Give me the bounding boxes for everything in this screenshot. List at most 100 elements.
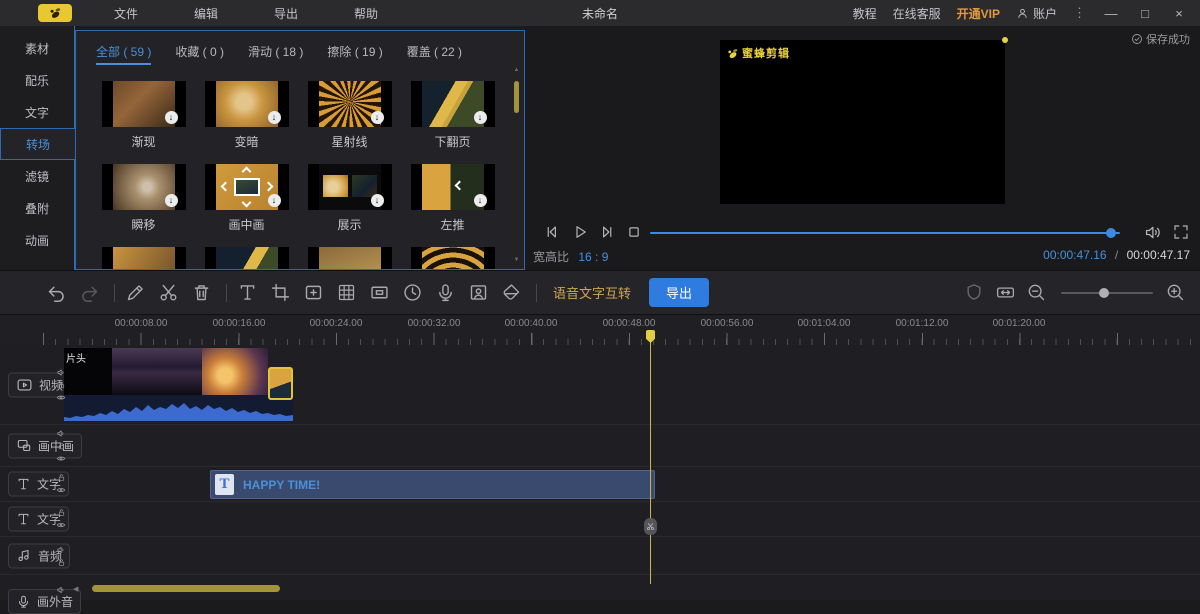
sidebar-item-animation[interactable]: 动画 <box>0 224 74 256</box>
hide-track-icon[interactable] <box>56 485 66 495</box>
scrollbar-thumb[interactable] <box>92 585 280 592</box>
zoom-slider-handle[interactable] <box>1099 288 1109 298</box>
transition-item-partial[interactable] <box>401 247 504 270</box>
crop-button[interactable] <box>270 282 291 303</box>
scroll-up-icon[interactable]: ▲ <box>513 67 520 73</box>
sidebar-item-filters[interactable]: 滤镜 <box>0 160 74 192</box>
hide-track-icon[interactable] <box>56 453 66 463</box>
video-clip[interactable]: 片头 <box>64 348 293 421</box>
transition-item-partial[interactable] <box>298 247 401 270</box>
delete-button[interactable] <box>191 282 212 303</box>
mute-track-icon[interactable] <box>56 367 66 377</box>
transition-item[interactable]: ↓ 变暗 <box>195 81 298 150</box>
hide-track-icon[interactable] <box>56 392 66 402</box>
selection-handle[interactable] <box>1002 37 1008 43</box>
lock-track-icon[interactable] <box>57 473 66 482</box>
playhead[interactable] <box>650 330 651 584</box>
account-button[interactable]: 账户 <box>1016 5 1057 22</box>
download-icon[interactable]: ↓ <box>474 111 487 124</box>
maximize-button[interactable]: □ <box>1136 6 1154 21</box>
lock-track-icon[interactable] <box>57 441 66 450</box>
lock-track-icon[interactable] <box>57 558 66 567</box>
download-icon[interactable]: ↓ <box>474 194 487 207</box>
sidebar-item-text[interactable]: 文字 <box>0 96 74 128</box>
transition-item[interactable]: ↓ 瞬移 <box>92 164 195 233</box>
duration-button[interactable] <box>402 282 423 303</box>
zoom-slider[interactable] <box>1061 292 1153 294</box>
zoom-out-button[interactable] <box>1026 282 1047 303</box>
download-icon[interactable]: ↓ <box>371 111 384 124</box>
export-button[interactable]: 导出 <box>649 278 709 307</box>
play-button[interactable] <box>571 223 589 241</box>
mute-track-icon[interactable] <box>56 545 66 555</box>
tab-all[interactable]: 全部 ( 59 ) <box>96 43 151 65</box>
transition-item[interactable]: ↓ 画中画 <box>195 164 298 233</box>
portrait-button[interactable] <box>468 282 489 303</box>
download-icon[interactable]: ↓ <box>268 111 281 124</box>
text-clip[interactable]: T HAPPY TIME! <box>210 470 655 499</box>
transition-item[interactable]: ↓ 星射线 <box>298 81 401 150</box>
mosaic-button[interactable] <box>336 282 357 303</box>
vertical-scrollbar[interactable]: ▲ ▼ <box>513 67 520 263</box>
mute-track-icon[interactable] <box>56 585 66 595</box>
stop-button[interactable] <box>625 223 643 241</box>
scroll-left-icon[interactable]: ◀ <box>73 585 78 593</box>
lock-track-icon[interactable] <box>57 508 66 517</box>
tutorial-link[interactable]: 教程 <box>853 5 877 22</box>
seek-bar[interactable] <box>650 232 1120 234</box>
video-frame[interactable]: 蜜蜂剪辑 <box>720 40 1005 204</box>
marker-icon[interactable] <box>964 282 985 303</box>
minimize-button[interactable]: — <box>1102 6 1120 21</box>
transition-item-partial[interactable] <box>92 247 195 270</box>
volume-icon[interactable] <box>1143 223 1162 242</box>
record-voiceover-button[interactable] <box>435 282 456 303</box>
mute-track-icon[interactable] <box>56 428 66 438</box>
transition-item[interactable]: ↓ 左推 <box>401 164 504 233</box>
aspect-ratio[interactable]: 宽高比 16 : 9 <box>533 248 608 265</box>
support-link[interactable]: 在线客服 <box>893 5 941 22</box>
track-header-pip[interactable]: 画中画 <box>8 433 82 458</box>
seek-handle[interactable] <box>1106 228 1116 238</box>
freeze-frame-button[interactable] <box>369 282 390 303</box>
next-frame-button[interactable] <box>598 223 616 241</box>
transition-item-partial[interactable] <box>195 247 298 270</box>
transition-item[interactable]: ↓ 渐现 <box>92 81 195 150</box>
redo-button[interactable] <box>79 282 100 303</box>
download-icon[interactable]: ↓ <box>165 194 178 207</box>
color-fill-button[interactable] <box>501 282 522 303</box>
scrollbar-thumb[interactable] <box>514 81 519 113</box>
tab-slide[interactable]: 滑动 ( 18 ) <box>248 43 303 65</box>
tab-favorites[interactable]: 收藏 ( 0 ) <box>175 43 224 65</box>
download-icon[interactable]: ↓ <box>165 111 178 124</box>
edit-button[interactable] <box>125 282 146 303</box>
hide-track-icon[interactable] <box>56 520 66 530</box>
lock-track-icon[interactable] <box>57 380 66 389</box>
zoom-in-button[interactable] <box>1165 282 1186 303</box>
sidebar-item-transitions[interactable]: 转场 <box>0 128 75 160</box>
playhead-split-handle[interactable] <box>644 518 657 535</box>
vip-button[interactable]: 开通VIP <box>957 5 1000 22</box>
horizontal-scrollbar[interactable]: ◀ <box>0 583 1200 595</box>
more-menu-icon[interactable]: ⋮ <box>1073 5 1086 21</box>
tab-overlay[interactable]: 覆盖 ( 22 ) <box>407 43 462 65</box>
download-icon[interactable]: ↓ <box>268 194 281 207</box>
fullscreen-icon[interactable] <box>1172 223 1190 241</box>
undo-button[interactable] <box>46 282 67 303</box>
tab-wipe[interactable]: 擦除 ( 19 ) <box>327 43 382 65</box>
speech-text-convert-button[interactable]: 语音文字互转 <box>553 283 631 302</box>
time-ruler[interactable]: 00:00:08.00 00:00:16.00 00:00:24.00 00:0… <box>0 315 1200 345</box>
transition-item[interactable]: ↓ 展示 <box>298 164 401 233</box>
zoom-clip-button[interactable] <box>303 282 324 303</box>
sidebar-item-media[interactable]: 素材 <box>0 32 74 64</box>
sidebar-item-music[interactable]: 配乐 <box>0 64 74 96</box>
prev-frame-button[interactable] <box>543 223 561 241</box>
transition-item[interactable]: ↓ 下翻页 <box>401 81 504 150</box>
download-icon[interactable]: ↓ <box>371 194 384 207</box>
close-button[interactable]: × <box>1170 6 1188 21</box>
add-text-button[interactable] <box>237 282 258 303</box>
sidebar-item-overlays[interactable]: 叠附 <box>0 192 74 224</box>
fit-timeline-button[interactable] <box>995 282 1016 303</box>
scroll-down-icon[interactable]: ▼ <box>513 257 520 263</box>
split-button[interactable] <box>158 282 179 303</box>
applied-transition-badge[interactable] <box>268 367 293 400</box>
